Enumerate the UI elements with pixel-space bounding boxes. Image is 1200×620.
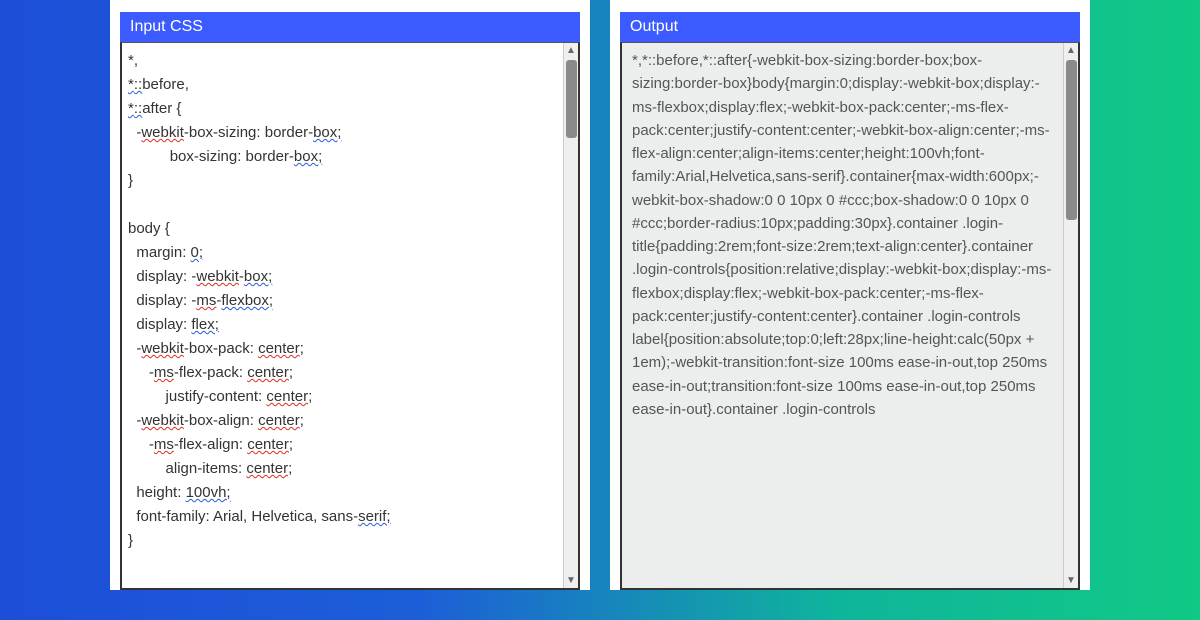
input-panel-header: Input CSS (120, 12, 580, 42)
scroll-down-icon[interactable]: ▼ (1064, 573, 1078, 588)
scroll-track-fill (1064, 220, 1078, 573)
output-panel: Output *,*::before,*::after{-webkit-box-… (610, 0, 1090, 590)
output-panel-header: Output (620, 12, 1080, 42)
scroll-down-icon[interactable]: ▼ (564, 573, 578, 588)
input-code-area[interactable]: *,*::before,*::after { -webkit-box-sizin… (122, 43, 563, 588)
input-panel: Input CSS *,*::before,*::after { -webkit… (110, 0, 590, 590)
output-scrollbar[interactable]: ▲ ▼ (1063, 43, 1078, 588)
scroll-track-fill (564, 138, 578, 573)
input-editor[interactable]: *,*::before,*::after { -webkit-box-sizin… (120, 42, 580, 590)
scroll-thumb[interactable] (1066, 60, 1077, 220)
input-scrollbar[interactable]: ▲ ▼ (563, 43, 578, 588)
output-viewer: *,*::before,*::after{-webkit-box-sizing:… (620, 42, 1080, 590)
app-root: Input CSS *,*::before,*::after { -webkit… (0, 0, 1200, 620)
output-code-area[interactable]: *,*::before,*::after{-webkit-box-sizing:… (622, 43, 1063, 588)
scroll-thumb[interactable] (566, 60, 577, 138)
scroll-up-icon[interactable]: ▲ (564, 43, 578, 58)
scroll-up-icon[interactable]: ▲ (1064, 43, 1078, 58)
